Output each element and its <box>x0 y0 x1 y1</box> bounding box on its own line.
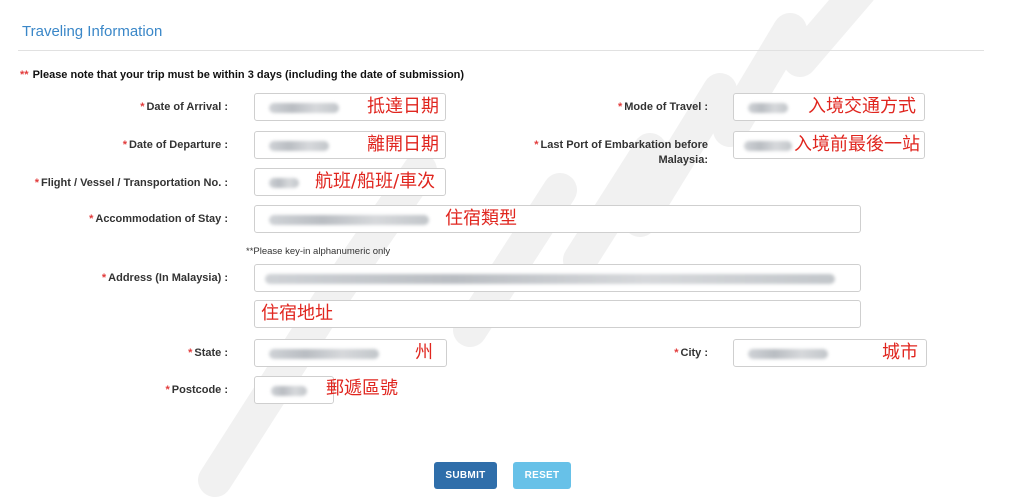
city-select[interactable]: 城市 <box>733 339 927 367</box>
reset-button[interactable]: RESET <box>513 462 571 489</box>
city-label: * City : <box>674 347 708 359</box>
state-annotation: 州 <box>415 342 433 363</box>
submit-button[interactable]: SUBMIT <box>434 462 497 489</box>
postcode-annotation: 郵遞區號 <box>326 378 398 399</box>
arrival-label: * Date of Arrival : <box>140 101 228 113</box>
address-line2-input[interactable]: 住宿地址 <box>254 300 861 328</box>
note-marker: ** <box>20 69 29 81</box>
city-annotation: 城市 <box>882 342 918 363</box>
blurred-value <box>748 103 788 113</box>
last-port-label: * Last Port of Embarkation before Malaysi… <box>534 139 708 166</box>
blurred-value <box>269 141 329 151</box>
last-port-annotation: 入境前最後一站 <box>794 134 920 155</box>
section-title: Traveling Information <box>22 23 163 40</box>
state-select[interactable]: 州 <box>254 339 447 367</box>
last-port-input[interactable]: 入境前最後一站 <box>733 131 925 159</box>
postcode-label: * Postcode : <box>165 384 228 396</box>
note-text: Please note that your trip must be withi… <box>32 69 465 81</box>
departure-date-input[interactable]: 離開日期 <box>254 131 446 159</box>
departure-label: * Date of Departure : <box>122 139 228 151</box>
flight-label: * Flight / Vessel / Transportation No. : <box>34 177 228 189</box>
blurred-value <box>748 349 828 359</box>
address-label: * Address (In Malaysia) : <box>101 272 228 284</box>
arrival-date-input[interactable]: 抵達日期 <box>254 93 446 121</box>
blurred-value <box>269 215 429 225</box>
address-annotation: 住宿地址 <box>261 303 333 324</box>
address-hint: **Please key-in alphanumeric only <box>246 246 391 257</box>
accommodation-annotation: 住宿類型 <box>445 208 517 229</box>
departure-annotation: 離開日期 <box>367 134 439 155</box>
address-line1-input[interactable] <box>254 264 861 292</box>
mode-of-travel-select[interactable]: 入境交通方式 <box>733 93 925 121</box>
accommodation-label: * Accommodation of Stay : <box>89 213 228 225</box>
section-divider <box>18 50 984 51</box>
blurred-value <box>269 103 339 113</box>
state-label: * State : <box>188 347 228 359</box>
blurred-value <box>269 349 379 359</box>
blurred-value <box>269 178 299 188</box>
blurred-value <box>265 274 835 284</box>
arrival-annotation: 抵達日期 <box>367 96 439 117</box>
flight-number-input[interactable]: 航班/船班/車次 <box>254 168 446 196</box>
mode-label: * Mode of Travel : <box>617 101 708 113</box>
blurred-value <box>744 141 792 151</box>
flight-annotation: 航班/船班/車次 <box>315 171 436 192</box>
accommodation-select[interactable]: 住宿類型 <box>254 205 861 233</box>
mode-annotation: 入境交通方式 <box>808 96 916 117</box>
blurred-value <box>271 386 307 396</box>
postcode-input[interactable] <box>254 376 334 404</box>
trip-note: ** Please note that your trip must be wit… <box>20 69 464 81</box>
